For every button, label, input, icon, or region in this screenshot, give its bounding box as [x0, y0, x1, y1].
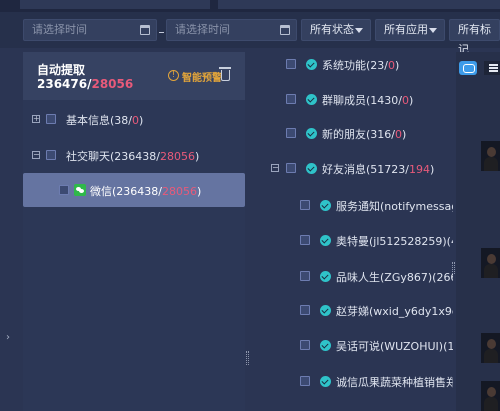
- avatar: [481, 248, 500, 278]
- checkbox[interactable]: [286, 59, 296, 69]
- status-filter-dropdown[interactable]: 所有状态: [301, 19, 371, 41]
- list-item-label: 好友消息(51723/194): [322, 163, 435, 176]
- list-item[interactable]: 服务通知(notifymessage: [249, 191, 453, 221]
- avatar: [481, 141, 500, 171]
- list-item[interactable]: 群聊成员(1430/0): [249, 86, 453, 116]
- list-item[interactable]: 赵芽娣(wxid_y6dy1x9gh: [249, 296, 453, 326]
- smart-warning-label[interactable]: 智能预警: [182, 69, 222, 84]
- list-item[interactable]: 新的朋友(316/0): [249, 121, 453, 151]
- check-circle-icon: [320, 200, 331, 211]
- trash-icon[interactable]: [219, 67, 231, 81]
- check-circle-icon: [320, 305, 331, 316]
- checkbox[interactable]: [300, 235, 310, 245]
- avatar: [481, 333, 500, 363]
- top-strip: [0, 0, 500, 12]
- list-item-label: 奥特曼(jl512528259)(46: [336, 235, 453, 248]
- end-date-placeholder: 请选择时间: [175, 23, 230, 36]
- list-view-icon[interactable]: [484, 61, 500, 75]
- filter-bar: 请选择时间 请选择时间 所有状态 所有应用 所有标记: [0, 12, 500, 56]
- check-circle-icon: [306, 59, 317, 70]
- extraction-header: 自动提取 236476/28056 ! 智能预警: [23, 52, 245, 100]
- tree-node-wechat[interactable]: 微信(236438/28056): [23, 173, 245, 207]
- app-filter-label: 所有应用: [384, 23, 428, 36]
- chat-view-icon[interactable]: [459, 61, 477, 75]
- count-red: 28056: [91, 77, 134, 91]
- check-circle-icon: [320, 235, 331, 246]
- checkbox[interactable]: [286, 94, 296, 104]
- count-main: 236476/: [37, 77, 92, 91]
- app-filter-dropdown[interactable]: 所有应用: [375, 19, 445, 41]
- list-item-label: 诚信瓜果蔬菜种植销售郑: [336, 376, 453, 389]
- checkbox[interactable]: [300, 271, 310, 281]
- start-date-placeholder: 请选择时间: [32, 23, 87, 36]
- list-item[interactable]: 系统功能(23/0): [249, 52, 453, 82]
- list-item-label: 赵芽娣(wxid_y6dy1x9gh: [336, 305, 453, 318]
- start-date-input[interactable]: 请选择时间: [23, 19, 157, 41]
- check-circle-icon: [320, 376, 331, 387]
- end-date-input[interactable]: 请选择时间: [166, 19, 297, 41]
- list-item-label: 群聊成员(1430/0): [322, 94, 414, 107]
- panel-title: 自动提取: [37, 63, 86, 77]
- collapse-icon[interactable]: −: [32, 151, 40, 159]
- list-item-label: 新的朋友(316/0): [322, 128, 407, 141]
- resize-handle[interactable]: [452, 262, 455, 274]
- list-item[interactable]: 诚信瓜果蔬菜种植销售郑: [249, 367, 453, 397]
- checkbox[interactable]: [46, 114, 56, 124]
- top-tab-left: [20, 0, 210, 9]
- chevron-right-icon[interactable]: ›: [6, 333, 12, 343]
- top-tab-right: [218, 0, 500, 9]
- chevron-down-icon: [355, 28, 363, 33]
- list-item-label: 品味人生(ZGy867)(2665: [336, 271, 453, 284]
- checkbox[interactable]: [286, 128, 296, 138]
- wechat-icon: [74, 184, 86, 196]
- checkbox[interactable]: [286, 163, 296, 173]
- tree-node-label: 微信(236438/28056): [90, 185, 202, 198]
- calendar-icon[interactable]: [140, 25, 150, 35]
- avatar: [481, 381, 500, 411]
- tree-node-social-chat[interactable]: − 社交聊天(236438/28056): [23, 140, 245, 170]
- list-item[interactable]: 吴话可说(WUZOHUI)(16: [249, 331, 453, 361]
- collapse-icon[interactable]: −: [271, 164, 279, 172]
- check-circle-icon: [320, 340, 331, 351]
- tree-node-basic-info[interactable]: + 基本信息(38/0): [23, 104, 245, 134]
- list-item-label: 吴话可说(WUZOHUI)(16: [336, 340, 453, 353]
- checkbox[interactable]: [300, 200, 310, 210]
- checkbox[interactable]: [300, 340, 310, 350]
- status-filter-label: 所有状态: [310, 23, 354, 36]
- list-item-label: 系统功能(23/0): [322, 59, 400, 72]
- category-tree-panel: 系统功能(23/0) 群聊成员(1430/0) 新的朋友(316/0) − 好友…: [249, 52, 453, 411]
- checkbox[interactable]: [46, 150, 56, 160]
- checkbox[interactable]: [59, 185, 69, 195]
- list-item[interactable]: − 好友消息(51723/194): [249, 156, 453, 186]
- tag-filter-dropdown[interactable]: 所有标记: [449, 19, 500, 56]
- list-item-label: 服务通知(notifymessage: [336, 200, 453, 213]
- list-item[interactable]: 品味人生(ZGy867)(2665: [249, 262, 453, 292]
- expand-icon[interactable]: +: [32, 115, 40, 123]
- check-circle-icon: [306, 94, 317, 105]
- calendar-icon[interactable]: [280, 25, 290, 35]
- checkbox[interactable]: [300, 305, 310, 315]
- chevron-down-icon: [429, 28, 437, 33]
- checkbox[interactable]: [300, 376, 310, 386]
- extraction-tree-panel: 自动提取 236476/28056 ! 智能预警 + 基本信息(38/0) − …: [23, 52, 245, 411]
- list-item[interactable]: 奥特曼(jl512528259)(46: [249, 226, 453, 256]
- date-range-separator: [159, 32, 164, 33]
- check-circle-icon: [320, 271, 331, 282]
- check-circle-icon: [306, 128, 317, 139]
- check-circle-icon: [306, 163, 317, 174]
- tree-node-label: 社交聊天(236438/28056): [66, 150, 200, 163]
- warning-icon: !: [168, 70, 179, 81]
- total-count: 236476/28056: [37, 77, 133, 91]
- tree-node-label: 基本信息(38/0): [66, 114, 144, 127]
